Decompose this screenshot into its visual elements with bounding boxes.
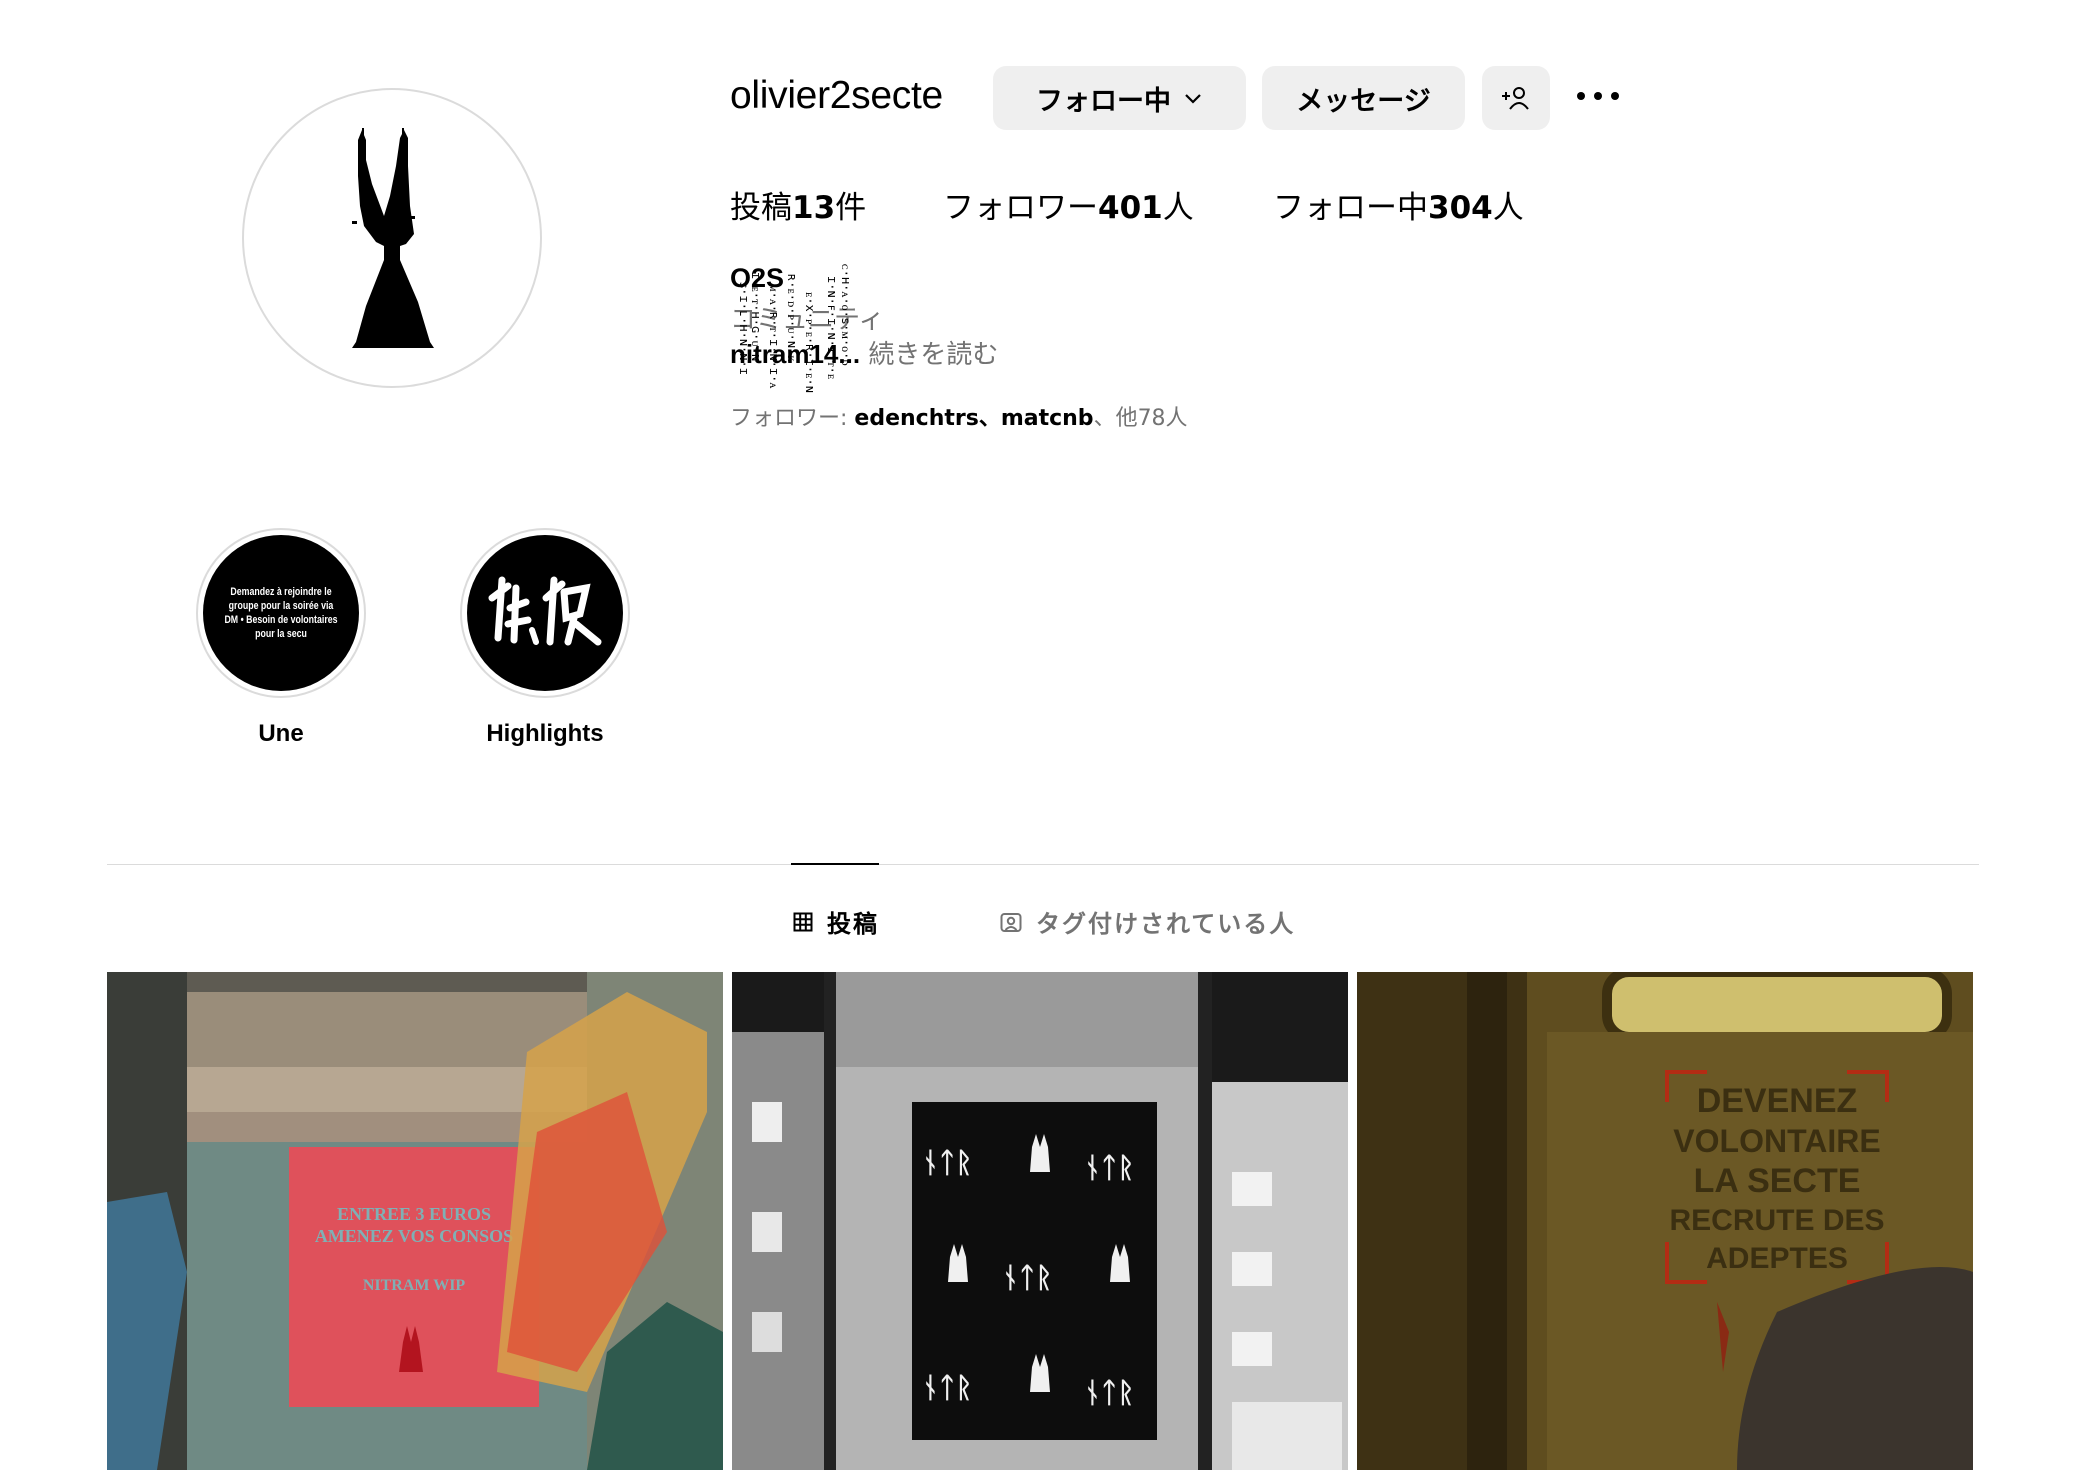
tabs-divider [107,864,1979,865]
highlight-label: Highlights [486,720,604,747]
highlight-une[interactable]: Demandez à rejoindre le groupe pour la s… [196,528,366,748]
following-dropdown-button[interactable]: フォロー中 [993,66,1246,130]
post-thumbnail[interactable]: ᚾᛏᚱ ᚾᛏᚱ ᚾᛏᚱ ᚾᛏᚱ ᚾᛏᚱ [732,972,1348,1470]
post-image: DEVENEZ VOLONTAIRE LA SECTE RECRUTE DES … [1357,972,1973,1470]
highlight-cover-text: Demandez à rejoindre le groupe pour la s… [224,586,338,640]
highlight-label: Une [258,720,304,747]
highlight-cover-ring [460,528,630,698]
profile-avatar[interactable] [242,88,542,388]
following-link[interactable]: フォロー中304人 [1273,182,1524,227]
profile-full-name: O2S [730,263,785,293]
followers-link[interactable]: フォロワー401人 [943,182,1194,227]
post-image: ᚾᛏᚱ ᚾᛏᚱ ᚾᛏᚱ ᚾᛏᚱ ᚾᛏᚱ [732,972,1348,1470]
poster-line: NITRAM WIP [363,1277,466,1294]
profile-category: コミュニティ [730,305,885,335]
tag-person-icon [1000,912,1022,932]
followed-by-line[interactable]: フォロワー: edenchtrs、matcnb、他78人 [730,400,1188,432]
profile-username: olivier2secte [730,74,943,117]
bio-mention[interactable]: nitram14... [730,339,860,369]
highlight-cover: Demandez à rejoindre le groupe pour la s… [203,535,359,691]
brush-glyph-logo-icon [488,576,602,646]
following-button-label: フォロー中 [1036,85,1171,117]
more-dots-icon [1577,92,1619,100]
active-tab-indicator [791,863,879,865]
chevron-down-icon [1185,94,1201,104]
posts-count: 投稿13件 [730,190,867,226]
add-person-icon [1502,87,1529,110]
tab-posts-label: 投稿 [827,910,879,938]
highlight-cover-ring: Demandez à rejoindre le groupe pour la s… [196,528,366,698]
tab-tagged-label: タグ付けされている人 [1036,910,1296,938]
poster-line: DEVENEZ [1697,1082,1858,1120]
profile-page: olivier2secte フォロー中 メッセージ 投稿13件 フォロワー401… [0,0,2088,1470]
poster-line: VOLONTAIRE [1673,1123,1880,1159]
poster-line: RECRUTE DES [1669,1204,1884,1237]
tab-tagged[interactable]: タグ付けされている人 [1000,904,1295,939]
more-options-button[interactable] [1572,76,1624,116]
poster-line: ADEPTES [1706,1242,1848,1275]
svg-text:ᚾᛏᚱ: ᚾᛏᚱ [922,1371,972,1404]
post-thumbnail[interactable]: DEVENEZ VOLONTAIRE LA SECTE RECRUTE DES … [1357,972,1973,1470]
highlight-cover [467,535,623,691]
svg-text:ᚾᛏᚱ: ᚾᛏᚱ [1084,1376,1134,1409]
profile-bio: nitram14... 続きを読む [730,334,998,371]
poster-line: LA SECTE [1694,1162,1861,1200]
tab-posts[interactable]: 投稿 [793,904,879,939]
highlight-highlights[interactable]: Highlights [460,528,630,748]
read-more-link[interactable]: 続きを読む [860,340,998,370]
svg-text:ᚾᛏᚱ: ᚾᛏᚱ [1002,1261,1052,1294]
suggest-users-button[interactable] [1482,66,1550,130]
svg-text:ᚾᛏᚱ: ᚾᛏᚱ [922,1146,972,1179]
grid-icon [793,912,813,931]
poster-line: AMENEZ VOS CONSOS [315,1226,513,1246]
poster-line: ENTREE 3 EUROS [337,1204,491,1224]
svg-text:ᚾᛏᚱ: ᚾᛏᚱ [1084,1151,1134,1184]
message-button[interactable]: メッセージ [1262,66,1465,130]
post-image: ENTREE 3 EUROS AMENEZ VOS CONSOS NITRAM … [107,972,723,1470]
post-thumbnail[interactable]: ENTREE 3 EUROS AMENEZ VOS CONSOS NITRAM … [107,972,723,1470]
message-button-label: メッセージ [1296,85,1431,117]
hermine-logo-icon [352,128,434,348]
